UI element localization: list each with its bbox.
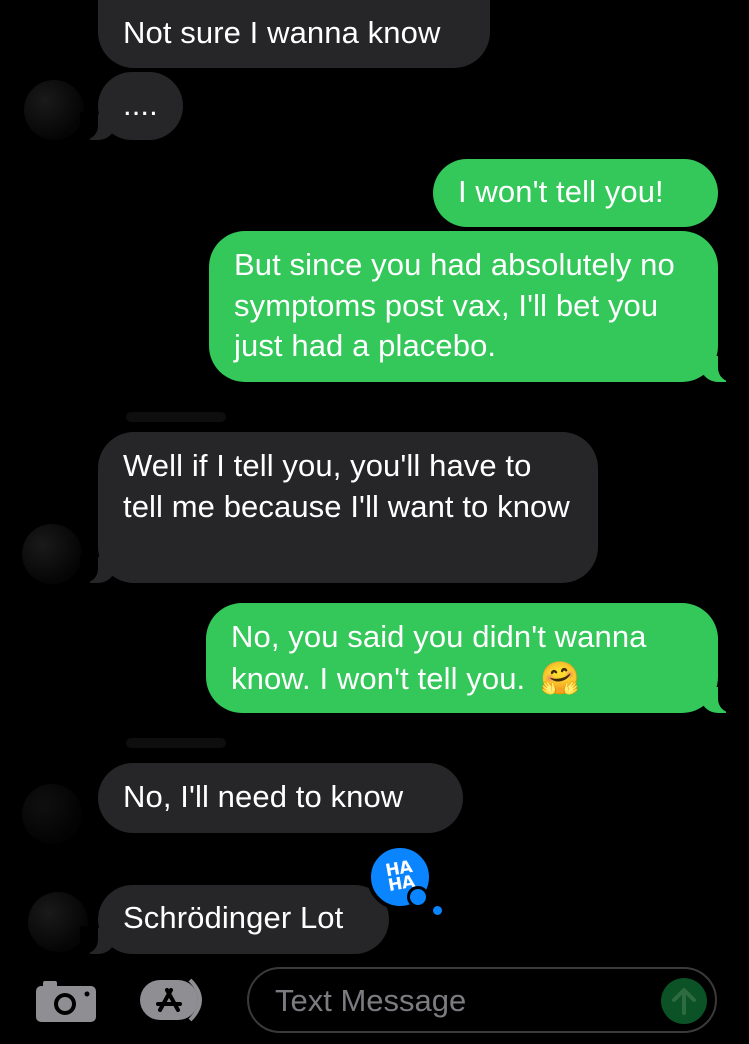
outgoing-message-bubble[interactable]: But since you had absolutely no symptoms… bbox=[209, 231, 736, 382]
send-button[interactable] bbox=[661, 978, 707, 1024]
message-text: .... bbox=[123, 87, 158, 122]
message-text: Not sure I wanna know bbox=[123, 15, 441, 50]
text-message-field[interactable] bbox=[247, 967, 717, 1033]
message-text: I won't tell you! bbox=[458, 174, 664, 209]
contact-avatar[interactable] bbox=[24, 80, 84, 140]
hugging-face-emoji: 🤗 bbox=[539, 659, 580, 696]
app-store-button[interactable] bbox=[138, 976, 212, 1024]
haha-tapback-reaction[interactable]: HA HA bbox=[367, 844, 433, 910]
outgoing-message-bubble[interactable]: No, you said you didn't wanna know. I wo… bbox=[206, 603, 736, 713]
camera-button[interactable] bbox=[36, 978, 96, 1022]
contact-avatar[interactable] bbox=[22, 524, 82, 584]
outgoing-message-bubble[interactable]: I won't tell you! bbox=[433, 159, 718, 227]
message-input[interactable] bbox=[273, 979, 637, 1023]
incoming-message-bubble[interactable]: Schrödinger Lot bbox=[80, 885, 389, 954]
sender-name bbox=[126, 412, 226, 422]
contact-avatar[interactable] bbox=[28, 892, 88, 952]
sender-name bbox=[126, 738, 226, 748]
tapback-tail-dot-small bbox=[433, 906, 442, 915]
message-text: But since you had absolutely no symptoms… bbox=[234, 247, 675, 363]
incoming-message-bubble[interactable]: .... bbox=[80, 72, 183, 140]
contact-avatar[interactable] bbox=[22, 784, 82, 844]
message-text: No, I'll need to know bbox=[123, 779, 404, 814]
app-store-icon bbox=[140, 978, 202, 1022]
camera-icon bbox=[36, 981, 96, 1022]
message-text: Well if I tell you, you'll have to tell … bbox=[123, 448, 570, 524]
message-composer bbox=[0, 958, 749, 1044]
incoming-message-bubble[interactable]: No, I'll need to know bbox=[98, 763, 463, 833]
message-thread: Not sure I wanna know .... I won't tell … bbox=[0, 0, 749, 960]
incoming-message-bubble[interactable]: Well if I tell you, you'll have to tell … bbox=[80, 432, 598, 583]
message-text: No, you said you didn't wanna know. I wo… bbox=[231, 619, 647, 696]
arrow-up-icon bbox=[672, 988, 696, 1015]
message-text: Schrödinger Lot bbox=[123, 900, 344, 935]
incoming-message-bubble[interactable]: Not sure I wanna know bbox=[98, 0, 490, 68]
tapback-tail-dot bbox=[407, 886, 429, 908]
